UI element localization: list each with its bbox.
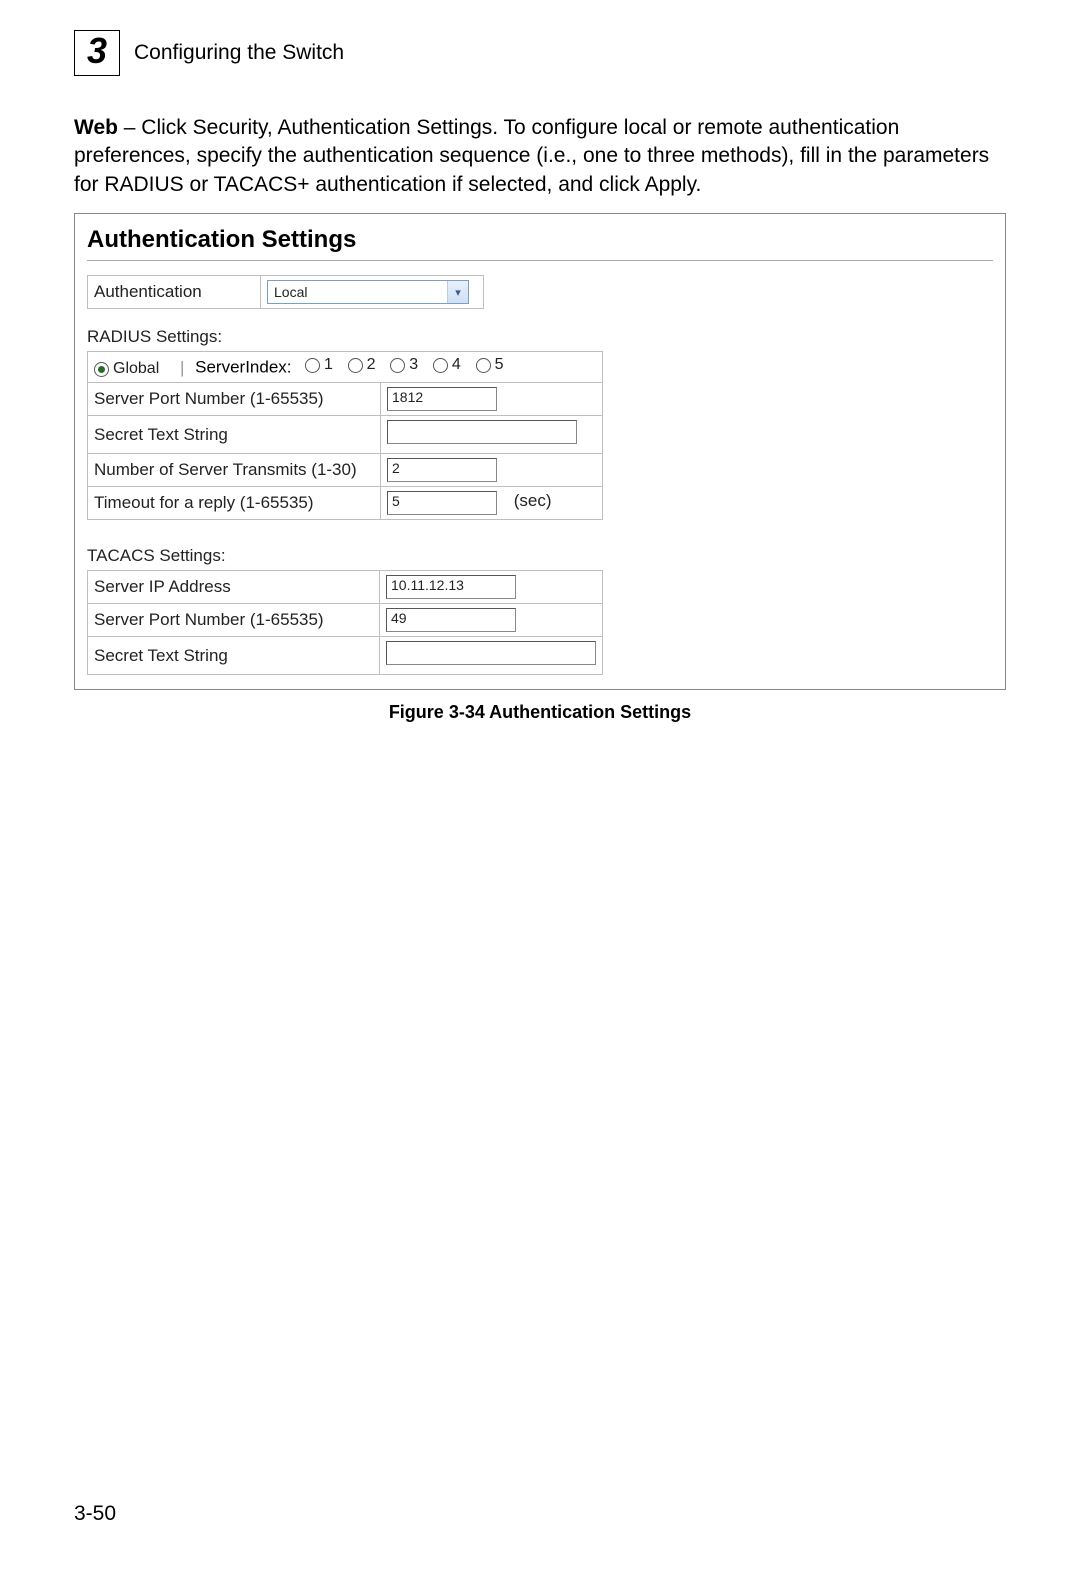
tacacs-ip-input[interactable]: 10.11.12.13 [386,575,516,599]
authentication-table: Authentication Local ▾ [87,275,484,309]
server-index-1[interactable]: 1 [305,356,333,374]
server-index-5[interactable]: 5 [476,356,504,374]
radius-table: Server Port Number (1-65535) 1812 Secret… [87,382,603,520]
radius-timeout-label: Timeout for a reply (1-65535) [88,487,381,520]
radio-icon [433,358,448,373]
tacacs-port-input[interactable]: 49 [386,608,516,632]
radius-timeout-input[interactable]: 5 [387,491,497,515]
tacacs-heading: TACACS Settings: [87,546,993,566]
server-index-4[interactable]: 4 [433,356,461,374]
radius-transmits-input[interactable]: 2 [387,458,497,482]
radio-icon [348,358,363,373]
radius-port-input[interactable]: 1812 [387,387,497,411]
authentication-select[interactable]: Local ▾ [267,280,469,304]
authentication-label: Authentication [88,276,261,309]
chevron-down-icon: ▾ [447,281,468,303]
panel-divider [87,260,993,261]
chapter-number: 3 [87,33,107,69]
figure-caption: Figure 3-34 Authentication Settings [74,702,1006,723]
radius-port-label: Server Port Number (1-65535) [88,383,381,416]
authentication-selected: Local [268,284,447,300]
settings-screenshot: Authentication Settings Authentication L… [74,213,1006,690]
intro-lead: Web [74,116,118,139]
tacacs-ip-label: Server IP Address [88,571,380,604]
radius-secret-input[interactable] [387,420,577,444]
radius-timeout-unit: (sec) [514,491,552,510]
radio-icon [390,358,405,373]
radio-checked-icon [94,362,109,377]
chapter-title: Configuring the Switch [134,41,344,65]
server-index-label: ServerIndex: [195,358,291,377]
radius-secret-label: Secret Text String [88,416,381,454]
radio-icon [305,358,320,373]
tacacs-secret-input[interactable] [386,641,596,665]
server-index-3[interactable]: 3 [390,356,418,374]
server-index-2[interactable]: 2 [348,356,376,374]
radio-icon [476,358,491,373]
radius-transmits-label: Number of Server Transmits (1-30) [88,454,381,487]
radius-scope-row: Global | ServerIndex: 1 2 3 4 5 [87,351,603,382]
tacacs-secret-label: Secret Text String [88,637,380,675]
radius-heading: RADIUS Settings: [87,327,993,347]
radius-scope-global[interactable]: Global [94,360,159,378]
panel-title: Authentication Settings [87,226,993,254]
tacacs-table: Server IP Address 10.11.12.13 Server Por… [87,570,603,675]
page-number: 3-50 [74,1502,116,1526]
intro-paragraph: Web – Click Security, Authentication Set… [74,114,1006,199]
chapter-number-badge: 3 [74,30,120,76]
intro-text: – Click Security, Authentication Setting… [74,116,989,196]
separator-pipe: | [180,358,184,377]
tacacs-port-label: Server Port Number (1-65535) [88,604,380,637]
radius-global-label: Global [113,360,159,378]
